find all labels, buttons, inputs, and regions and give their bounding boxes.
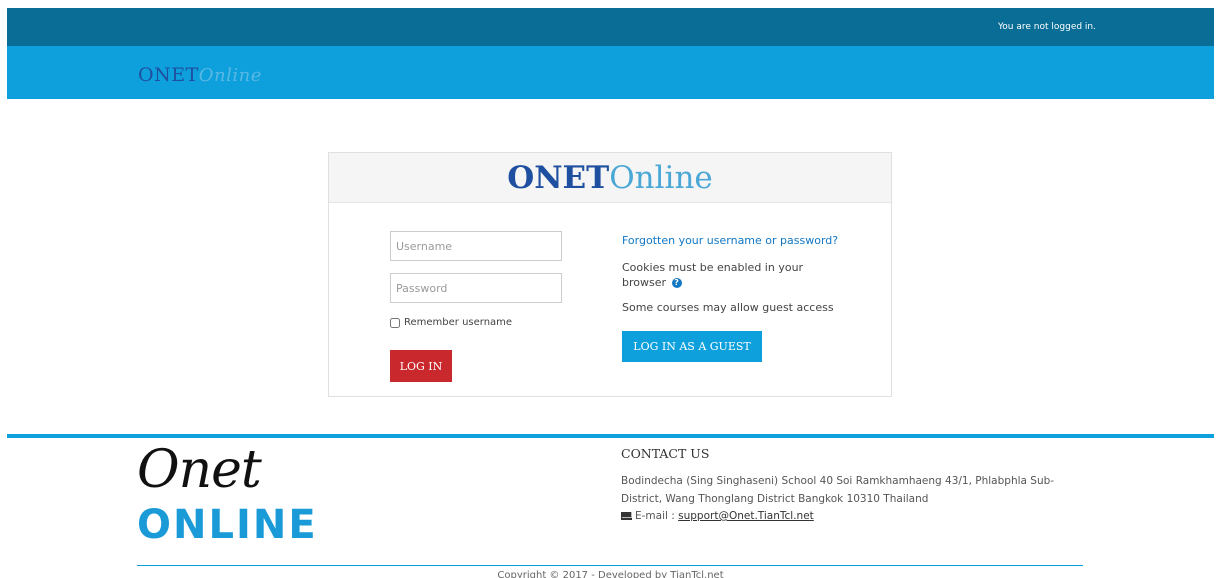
remember-username[interactable]: Remember username <box>390 317 512 328</box>
login-status-text: You are not logged in. <box>998 22 1096 32</box>
login-logo-light: Online <box>609 160 713 196</box>
username-input[interactable] <box>390 231 562 261</box>
brand-light-text: Online <box>198 65 262 86</box>
contact-section: CONTACT US Bodindecha (Sing Singhaseni) … <box>621 446 1091 522</box>
footer-top-rule <box>7 434 1214 438</box>
page: You are not logged in. ONETOnline ONETOn… <box>0 0 1221 578</box>
contact-email-row: E-mail : support@Onet.TianTcl.net <box>621 510 1091 522</box>
footer-divider <box>137 565 1083 566</box>
forgot-password-link[interactable]: Forgotten your username or password? <box>622 233 852 248</box>
copyright-text: Copyright © 2017 - Developed by TianTcl.… <box>497 570 724 578</box>
login-card: ONETOnline Remember username LOG IN Forg… <box>328 152 892 397</box>
top-bar: You are not logged in. <box>7 8 1214 46</box>
envelope-icon <box>621 512 632 520</box>
login-card-header: ONETOnline <box>329 153 891 203</box>
email-link[interactable]: support@Onet.TianTcl.net <box>678 510 814 522</box>
cookies-notice-text: Cookies must be enabled in your browser <box>622 261 804 289</box>
password-input[interactable] <box>390 273 562 303</box>
remember-username-checkbox[interactable] <box>390 317 400 328</box>
question-circle-icon[interactable]: ? <box>671 278 682 288</box>
login-button[interactable]: LOG IN <box>390 350 452 382</box>
cookies-notice: Cookies must be enabled in your browser … <box>622 260 827 290</box>
contact-address: Bodindecha (Sing Singhaseni) School 40 S… <box>621 475 1055 505</box>
guest-login-button[interactable]: LOG IN AS A GUEST <box>622 331 762 362</box>
footer-logo: Onet ONLINE <box>137 440 316 552</box>
navbar: ONETOnline <box>7 46 1214 99</box>
login-logo-bold: ONET <box>507 160 610 196</box>
guest-access-text: Some courses may allow guest access <box>622 301 834 314</box>
site-brand-link[interactable]: ONETOnline <box>138 64 262 86</box>
footer-logo-script: Onet <box>137 440 262 500</box>
contact-title: CONTACT US <box>621 446 710 461</box>
login-help-column: Forgotten your username or password? Coo… <box>622 233 852 315</box>
email-label: E-mail : <box>635 510 679 522</box>
login-logo: ONETOnline <box>507 160 713 196</box>
footer-logo-block: ONLINE <box>137 502 318 548</box>
remember-username-label: Remember username <box>404 317 513 328</box>
brand-bold-text: ONET <box>138 64 199 86</box>
